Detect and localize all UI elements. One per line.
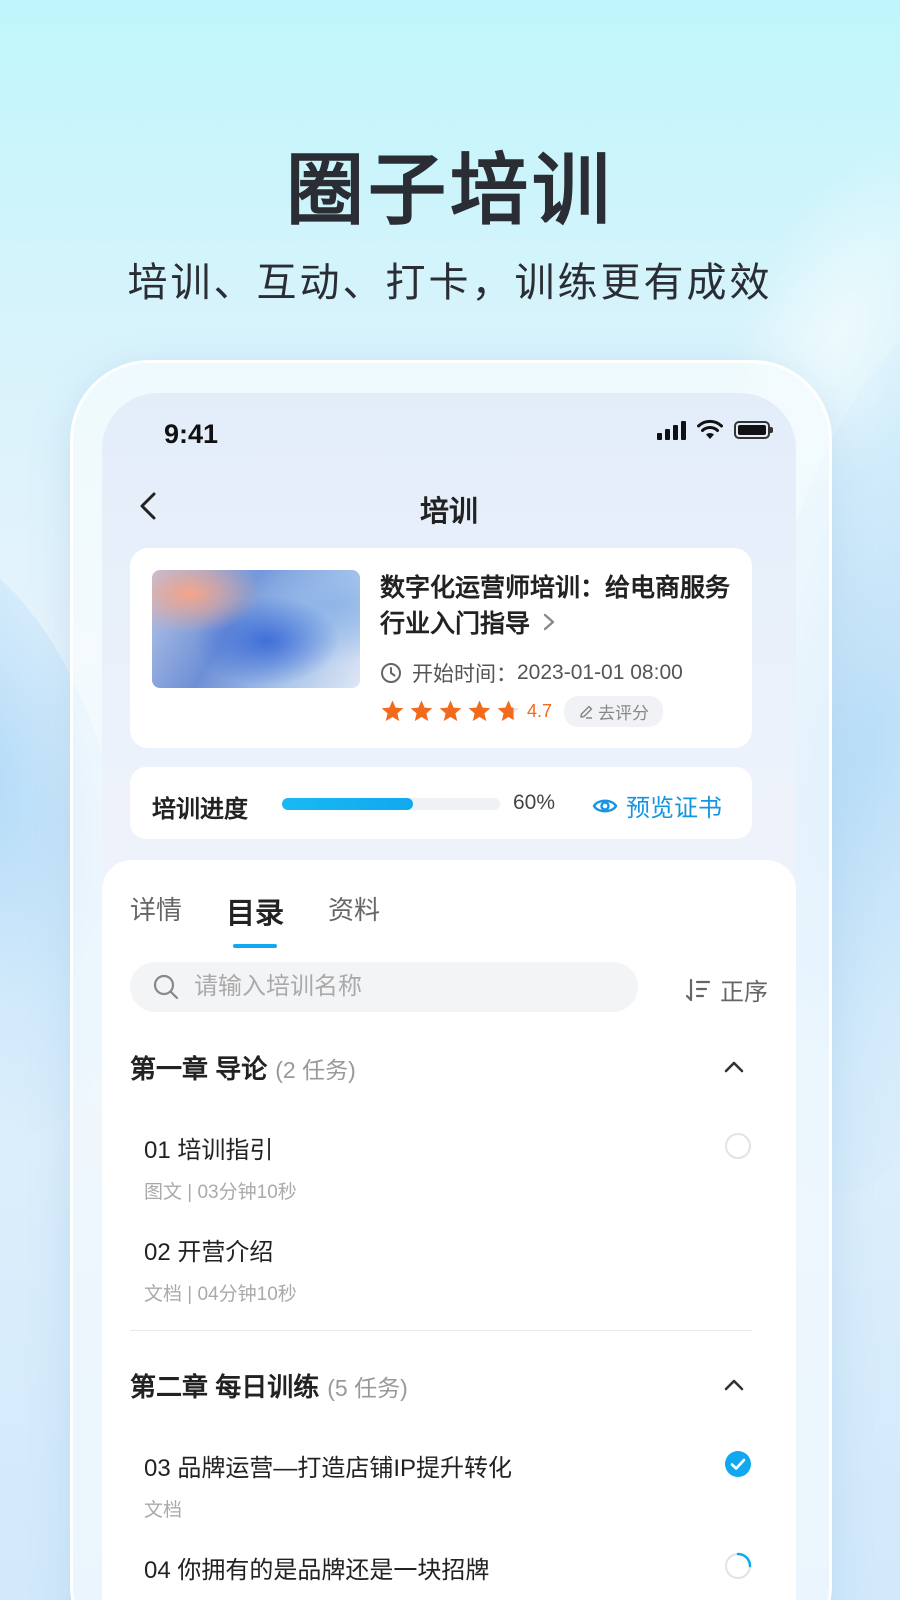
- star-icon: [381, 700, 404, 721]
- chevron-up-icon[interactable]: [722, 1059, 746, 1075]
- chapter-2-title: 第二章 每日训练: [130, 1371, 320, 1402]
- preview-certificate-button[interactable]: 预览证书: [592, 788, 722, 823]
- course-title[interactable]: 数字化运营师培训：给电商服务行业入门指导: [380, 570, 730, 642]
- chapter-2: 第二章 每日训练 (5 任务): [130, 1365, 752, 1405]
- phone-screen: 9:41 培训 数字化运营师培训：给电商服务行业入门指导 开始时间： 2023-0…: [102, 393, 796, 1600]
- chapter-1-title: 第一章 导论: [130, 1053, 268, 1084]
- tab-materials[interactable]: 资料: [328, 890, 380, 932]
- tab-bar: 详情 目录 资料: [130, 890, 380, 932]
- star-icon: [468, 700, 491, 721]
- star-icon: [410, 700, 433, 721]
- lesson-meta: 文档 | 04分钟10秒: [144, 1284, 297, 1305]
- checkmark-circle-icon: [725, 1451, 751, 1477]
- lesson-meta: 文档: [144, 1500, 183, 1521]
- battery-icon: [734, 421, 773, 439]
- start-time-value: 2023-01-01 08:00: [517, 661, 683, 684]
- sort-label: 正序: [720, 979, 768, 1006]
- search-box[interactable]: [130, 962, 638, 1012]
- lesson-item[interactable]: 01 培训指引 图文 | 03分钟10秒: [144, 1130, 752, 1204]
- search-icon: [153, 974, 179, 1000]
- lesson-meta: 图文 | 03分钟10秒: [144, 1182, 297, 1203]
- start-time-label: 开始时间：: [412, 663, 517, 686]
- lesson-item[interactable]: 04 你拥有的是品牌还是一块招牌: [144, 1550, 752, 1585]
- start-time-row: 开始时间： 2023-01-01 08:00: [380, 658, 683, 688]
- chapter-1-count: (2 任务): [275, 1056, 356, 1083]
- page-title: 培训: [419, 496, 478, 528]
- catalog-panel: 详情 目录 资料 正序 第一章 导论 (2 任务): [102, 860, 796, 1600]
- lesson-title: 03 品牌运营—打造店铺IP提升转化: [144, 1455, 513, 1482]
- star-icon: [439, 700, 462, 721]
- signal-icon: [657, 420, 686, 440]
- rating-value: 4.7: [527, 701, 553, 721]
- chapter-2-count: (5 任务): [327, 1374, 408, 1401]
- progress-bar: [282, 798, 500, 810]
- hero-subtitle: 培训、互动、打卡，训练更有成效: [127, 261, 773, 305]
- course-card[interactable]: 数字化运营师培训：给电商服务行业入门指导 开始时间： 2023-01-01 08:…: [130, 548, 752, 748]
- progress-fill: [282, 798, 413, 810]
- status-not-started-icon: [725, 1133, 751, 1159]
- eye-icon: [592, 799, 618, 812]
- course-thumbnail: [152, 570, 360, 688]
- rating-row: 4.7 去评分: [380, 696, 664, 727]
- star-icon: [497, 700, 520, 721]
- in-progress-icon: [725, 1552, 752, 1579]
- lesson-item[interactable]: 03 品牌运营—打造店铺IP提升转化 文档: [144, 1448, 752, 1522]
- star-rating: [380, 699, 521, 724]
- lesson-title: 04 你拥有的是品牌还是一块招牌: [144, 1557, 490, 1584]
- status-time: 9:41: [164, 419, 219, 449]
- wifi-icon: [697, 419, 723, 439]
- lesson-title: 01 培训指引: [144, 1137, 274, 1164]
- lesson-item[interactable]: 02 开营介绍 文档 | 04分钟10秒: [144, 1232, 752, 1306]
- tab-catalog[interactable]: 目录: [226, 890, 284, 932]
- rate-button-label: 去评分: [598, 704, 650, 723]
- progress-percent: 60%: [513, 791, 556, 814]
- chapter-1: 第一章 导论 (2 任务): [130, 1047, 752, 1087]
- chapter-2-header[interactable]: 第二章 每日训练 (5 任务): [130, 1365, 752, 1405]
- lesson-title: 02 开营介绍: [144, 1239, 274, 1266]
- tab-details[interactable]: 详情: [130, 890, 182, 932]
- hero-title: 圈子培训: [285, 146, 614, 234]
- search-input[interactable]: [192, 972, 616, 1002]
- clock-icon: [381, 663, 401, 683]
- status-icons: [657, 419, 773, 441]
- rate-button[interactable]: 去评分: [564, 696, 664, 727]
- chapter-1-header[interactable]: 第一章 导论 (2 任务): [130, 1047, 752, 1087]
- pencil-icon: [580, 705, 593, 719]
- progress-label: 培训进度: [152, 796, 248, 823]
- progress-card: 培训进度 60% 预览证书: [130, 767, 752, 839]
- preview-certificate-label: 预览证书: [626, 795, 722, 822]
- sort-button[interactable]: 正序: [684, 972, 768, 1007]
- chevron-up-icon[interactable]: [722, 1377, 746, 1393]
- chapter-divider: [130, 1330, 752, 1331]
- chevron-right-icon: [542, 606, 556, 642]
- sort-icon: [685, 978, 711, 1001]
